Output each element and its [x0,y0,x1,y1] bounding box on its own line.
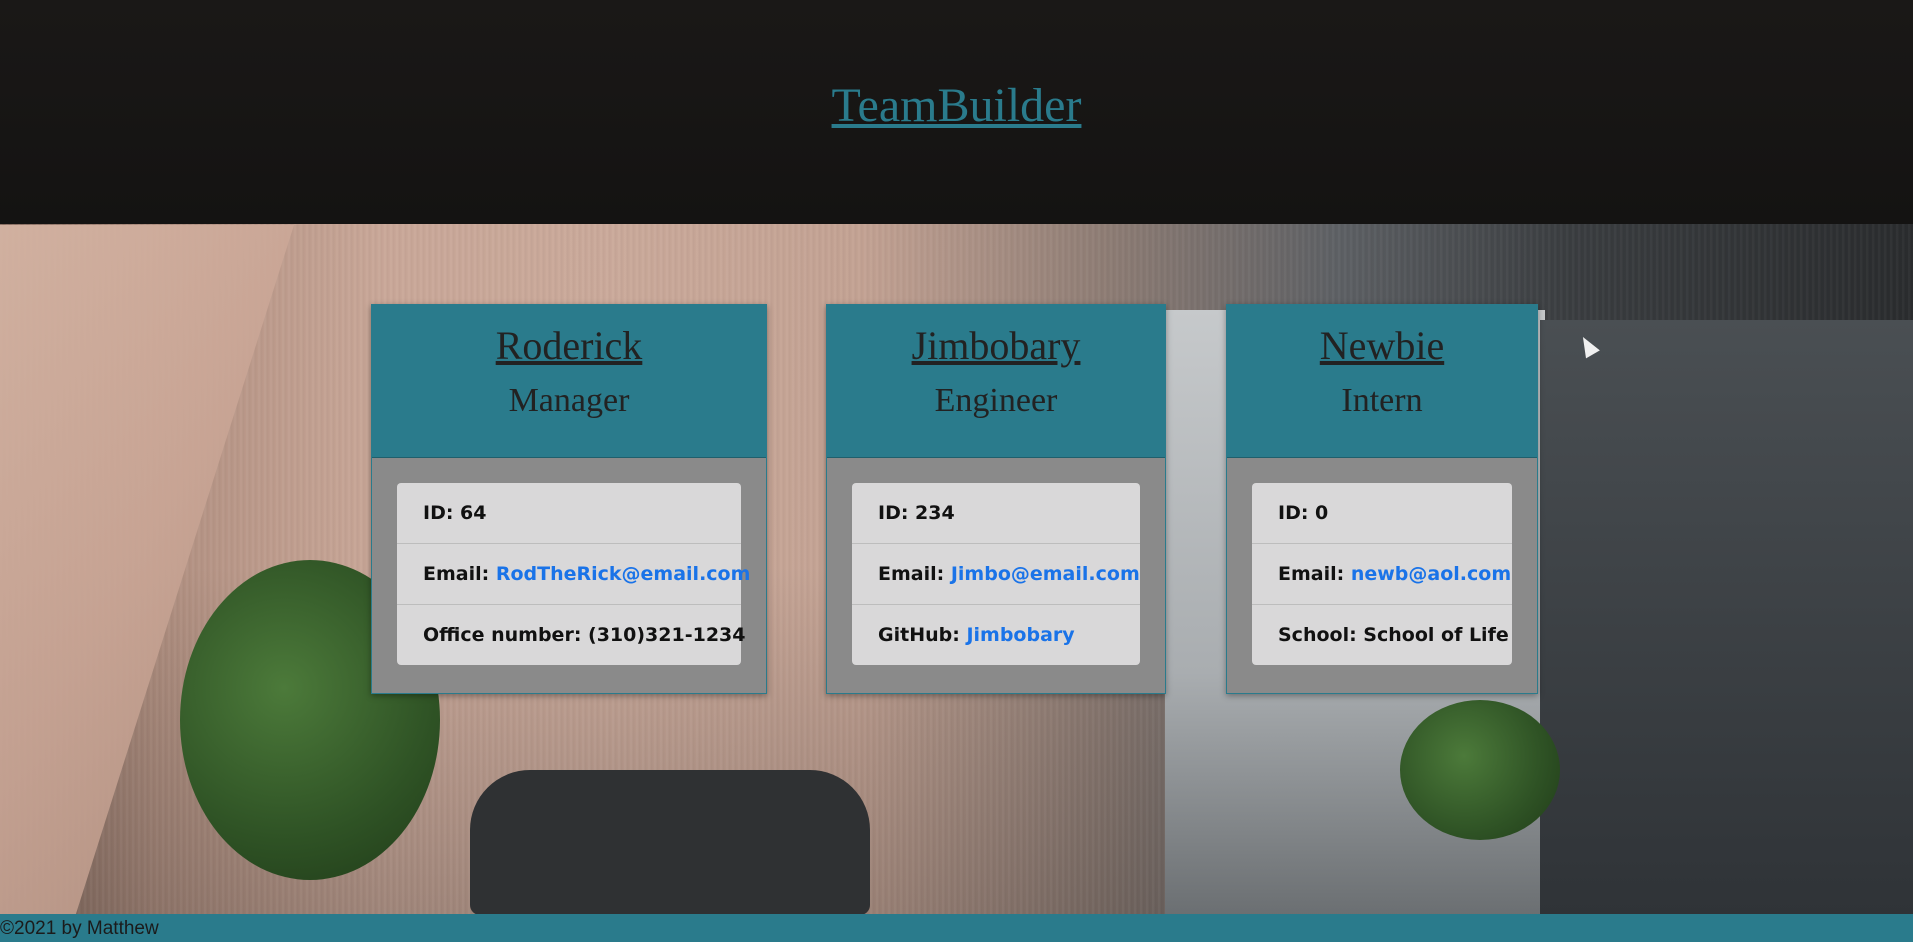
employee-id: ID: 64 [397,483,741,544]
email-link[interactable]: RodTheRick@email.com [496,563,751,585]
team-cards: Roderick Manager ID: 64 Email: RodTheRic… [0,304,1913,694]
employee-id: ID: 234 [852,483,1140,544]
card-header: Jimbobary Engineer [827,305,1165,458]
site-footer: ©2021 by Matthew [0,914,1913,942]
site-title-link[interactable]: TeamBuilder [0,78,1913,133]
employee-info-list: ID: 234 Email: Jimbo@email.com GitHub: J… [852,483,1140,665]
github-row: GitHub: Jimbobary [852,605,1140,665]
employee-card-engineer: Jimbobary Engineer ID: 234 Email: Jimbo@… [826,304,1166,694]
github-link[interactable]: Jimbobary [966,624,1074,646]
email-label: Email: [423,563,496,585]
background-plant [1400,700,1560,840]
employee-card-manager: Roderick Manager ID: 64 Email: RodTheRic… [371,304,767,694]
card-header: Newbie Intern [1227,305,1537,458]
employee-info-list: ID: 64 Email: RodTheRick@email.com Offic… [397,483,750,665]
employee-name[interactable]: Newbie [1227,305,1537,371]
employee-role: Manager [508,382,630,419]
email-link[interactable]: Jimbo@email.com [951,563,1140,585]
employee-role: Intern [1341,382,1423,419]
email-label: Email: [878,563,951,585]
github-label: GitHub: [878,624,967,646]
employee-name[interactable]: Roderick [372,305,766,371]
employee-id: ID: 0 [1252,483,1512,544]
employee-name[interactable]: Jimbobary [827,305,1165,371]
background-chair [470,770,870,915]
office-number: Office number: (310)321-1234 [423,624,746,646]
employee-email-row: Email: newb@aol.com [1252,544,1512,605]
employee-email-row: Email: Jimbo@email.com [852,544,1140,605]
page: TeamBuilder Roderick Manager ID: 64 Emai… [0,0,1913,942]
email-label: Email: [1278,563,1351,585]
card-header: Roderick Manager [372,305,766,458]
school: School: School of Life [1278,624,1509,646]
employee-card-intern: Newbie Intern ID: 0 Email: newb@aol.com … [1226,304,1538,694]
employee-role: Engineer [934,382,1058,419]
email-link[interactable]: newb@aol.com [1351,563,1511,585]
employee-email-row: Email: RodTheRick@email.com [397,544,750,605]
site-header: TeamBuilder [0,0,1913,224]
employee-info-list: ID: 0 Email: newb@aol.com School: School… [1252,483,1512,665]
